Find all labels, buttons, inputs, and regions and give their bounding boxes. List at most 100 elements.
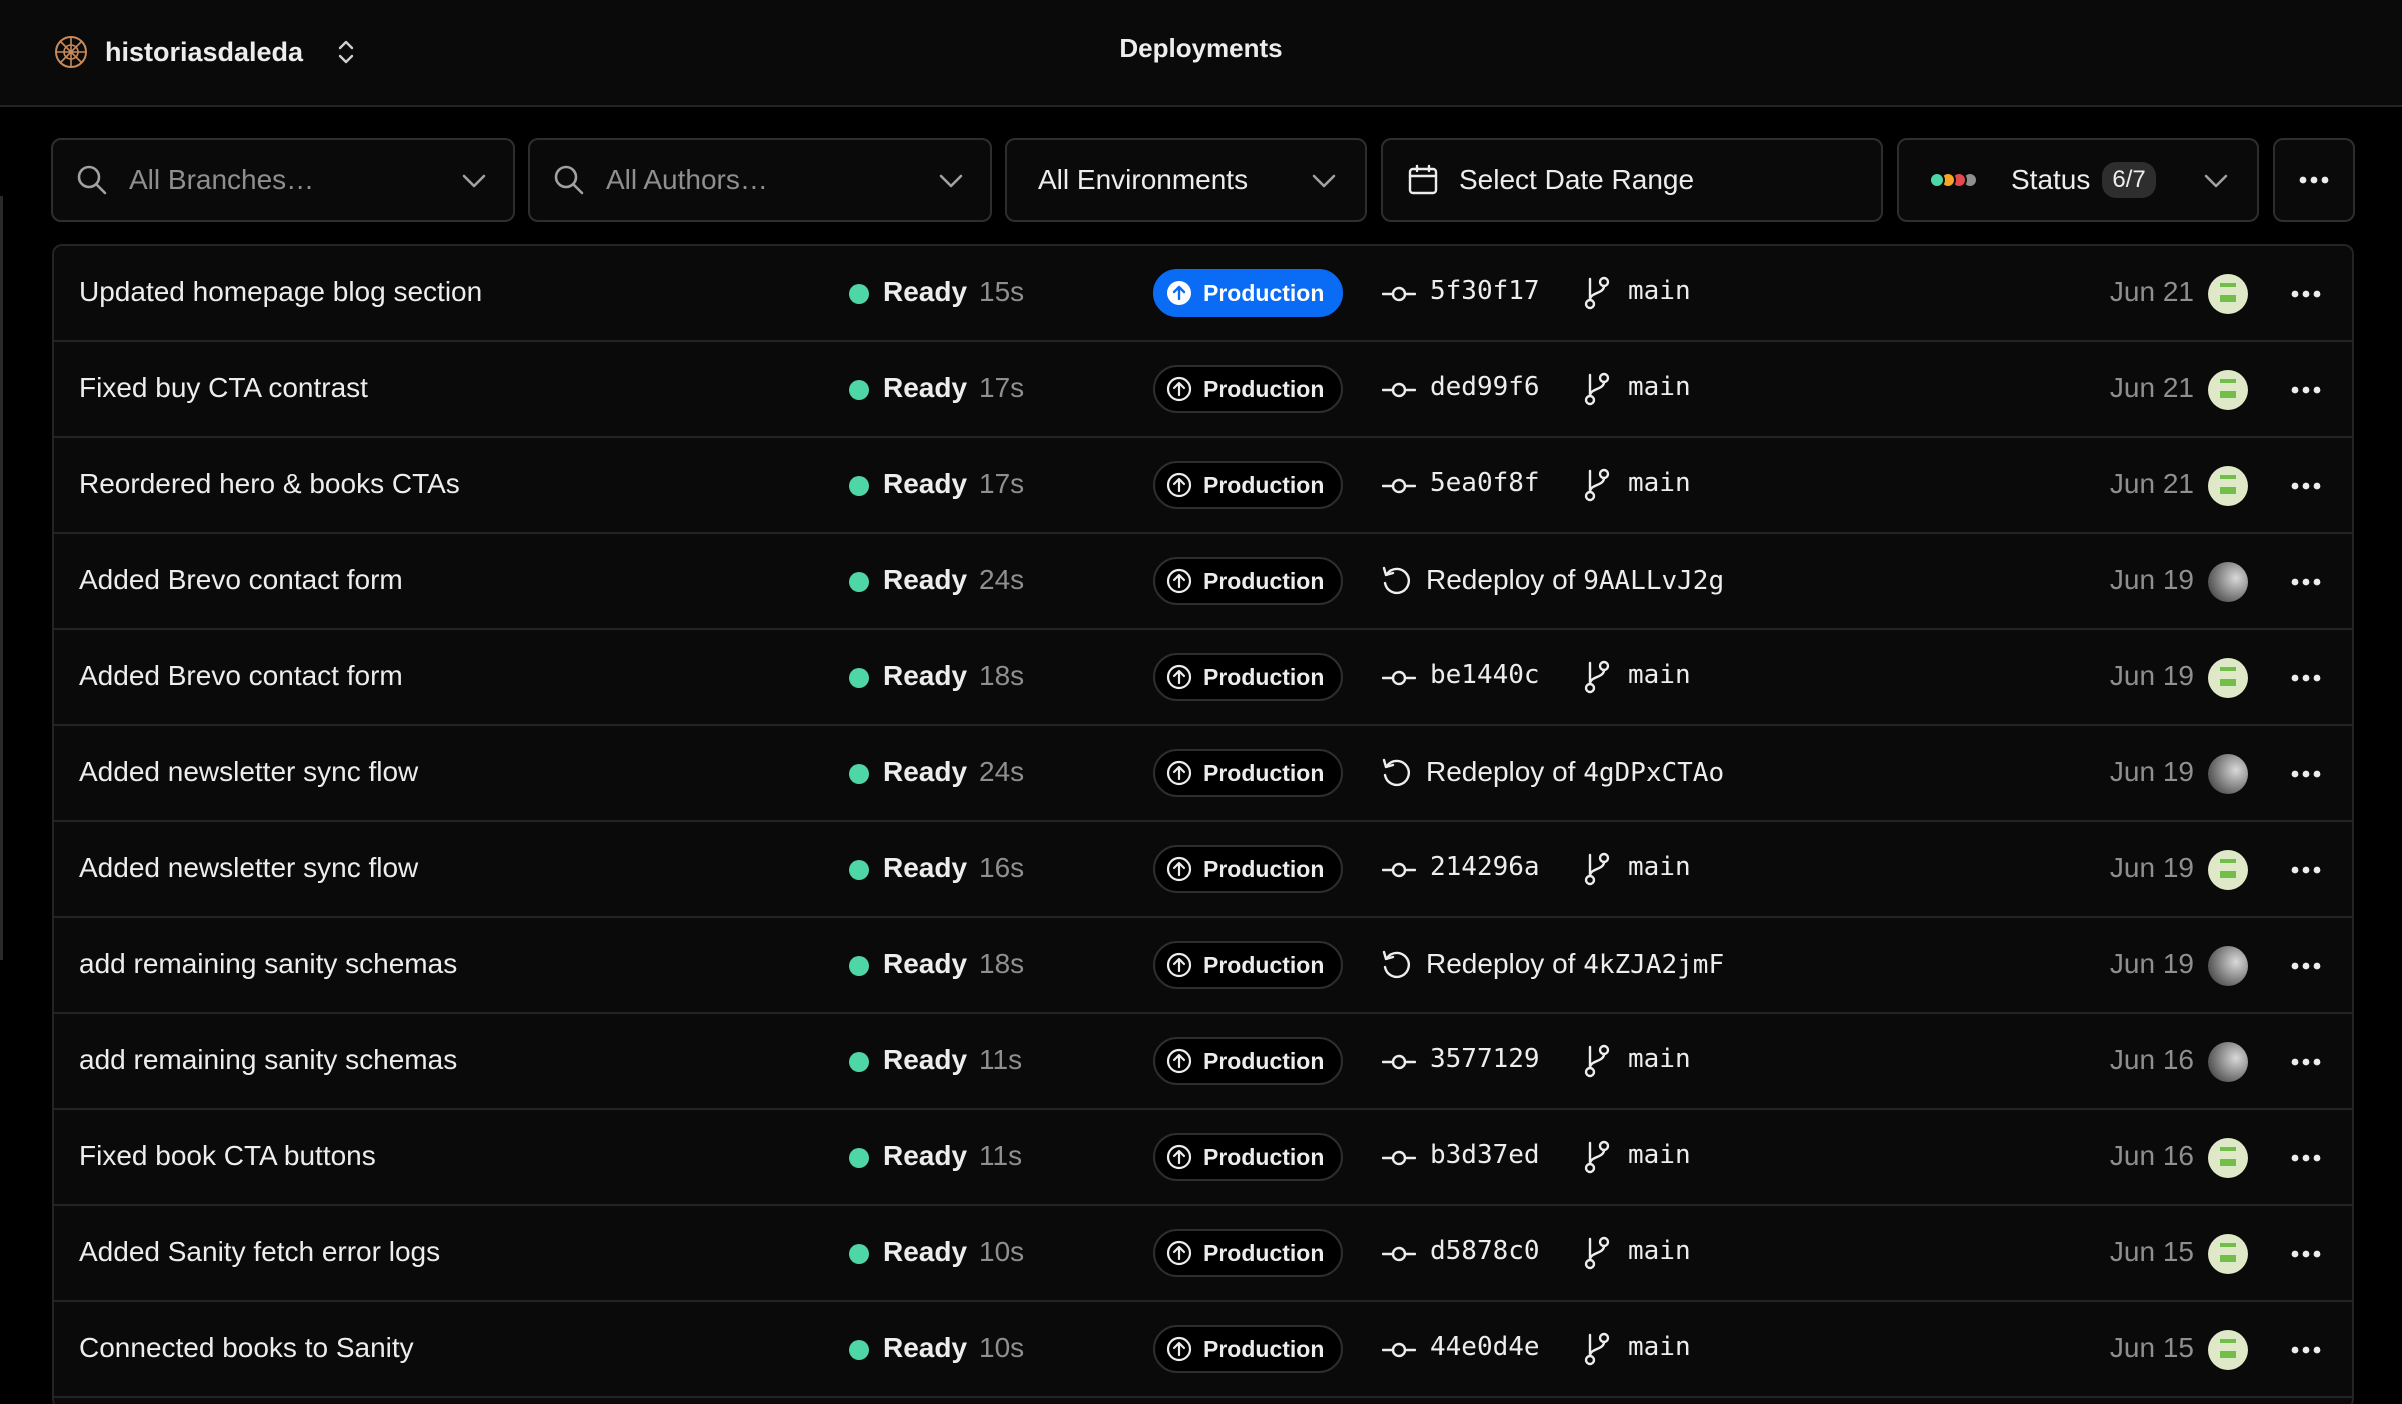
deployment-title[interactable]: Added Brevo contact form [79,660,403,692]
more-horizontal-icon[interactable] [2290,952,2322,980]
author-filter[interactable]: All Authors… [528,138,992,222]
more-horizontal-icon[interactable] [2290,472,2322,500]
environment-badge[interactable]: Production [1153,1325,1343,1373]
author-avatar[interactable] [2208,370,2248,410]
environment-badge[interactable]: Production [1153,653,1343,701]
environment-badge[interactable]: Production [1153,461,1343,509]
redeploy-label: Redeploy of [1426,948,1576,979]
status-ready-dot [849,284,869,304]
deployment-duration: 18s [979,948,1025,979]
deployment-date: Jun 19 [2109,660,2194,691]
environment-badge[interactable]: Production [1153,557,1343,605]
author-avatar[interactable] [2208,850,2248,890]
deployment-duration: 16s [979,852,1025,883]
branch-name[interactable]: main [1628,1236,1691,1266]
deployment-title[interactable]: Fixed buy CTA contrast [79,372,368,404]
more-horizontal-icon[interactable] [2290,568,2322,596]
status-filter[interactable]: Status 6/7 [1897,138,2259,222]
author-avatar[interactable] [2208,562,2248,602]
branch-name[interactable]: main [1628,852,1691,882]
branch-name[interactable]: main [1628,1332,1691,1362]
branch-name[interactable]: main [1628,276,1691,306]
status-color-dot [1929,172,1945,188]
environment-badge[interactable]: Production [1153,1037,1343,1085]
redeploy-id: 4kZJA2jmF [1583,950,1725,980]
deployment-row[interactable]: Added Brevo contact form Ready 18s Produ… [54,630,2352,726]
branch-name[interactable]: main [1628,660,1691,690]
deployment-title[interactable]: Added Brevo contact form [79,564,403,596]
branch-filter[interactable]: All Branches… [51,138,515,222]
environment-badge[interactable]: Production [1153,845,1343,893]
environment-select[interactable]: All Environments [1005,138,1367,222]
commit-sha[interactable]: 214296a [1430,852,1540,882]
deployment-row[interactable]: Fixed book CTA buttons Ready 11s Product… [54,1110,2352,1206]
deployment-row[interactable]: Added Brevo contact form Ready 24s Produ… [54,534,2352,630]
more-horizontal-icon[interactable] [2290,280,2322,308]
author-avatar[interactable] [2208,466,2248,506]
deployment-row[interactable]: add remaining sanity schemas Ready 18s P… [54,918,2352,1014]
deployment-date: Jun 15 [2109,1236,2194,1267]
deployment-row[interactable]: Added newsletter sync flow Ready 16s Pro… [54,822,2352,918]
more-options-button[interactable] [2273,138,2355,222]
more-horizontal-icon[interactable] [2290,856,2322,884]
deployment-title[interactable]: Connected books to Sanity [79,1332,414,1364]
commit-sha[interactable]: be1440c [1430,660,1540,690]
deployment-title[interactable]: add remaining sanity schemas [79,1044,457,1076]
deployment-duration: 15s [979,276,1025,307]
branch-name[interactable]: main [1628,468,1691,498]
author-avatar[interactable] [2208,1330,2248,1370]
deployment-row[interactable]: Updated homepage blog section Ready 15s … [54,246,2352,342]
deployment-row[interactable]: Added newsletter sync flow Ready 24s Pro… [54,726,2352,822]
more-horizontal-icon[interactable] [2290,760,2322,788]
commit-sha[interactable]: b3d37ed [1430,1140,1540,1170]
author-avatar[interactable] [2208,946,2248,986]
deployment-title[interactable]: Added Sanity fetch error logs [79,1236,440,1268]
commit-sha[interactable]: 44e0d4e [1430,1332,1540,1362]
environment-badge[interactable]: Production [1153,1229,1343,1277]
commit-sha[interactable]: 5ea0f8f [1430,468,1540,498]
environment-badge[interactable]: Production [1153,1133,1343,1181]
environment-badge[interactable]: Production [1153,749,1343,797]
deployment-row[interactable]: Reordered hero & books CTAs Ready 17s Pr… [54,438,2352,534]
deployment-row[interactable]: Fixed buy CTA contrast Ready 17s Product… [54,342,2352,438]
branch-name[interactable]: main [1628,372,1691,402]
date-range-picker[interactable]: Select Date Range [1381,138,1883,222]
more-horizontal-icon[interactable] [2290,376,2322,404]
commit-sha[interactable]: 5f30f17 [1430,276,1540,306]
deployment-title[interactable]: Reordered hero & books CTAs [79,468,460,500]
commit-sha[interactable]: 3577129 [1430,1044,1540,1074]
environment-badge[interactable]: Production [1153,941,1343,989]
deployment-title[interactable]: Added newsletter sync flow [79,756,418,788]
deployment-title[interactable]: Added newsletter sync flow [79,852,418,884]
redeploy-source[interactable]: Redeploy of 4kZJA2jmF [1426,948,1724,980]
deployment-row[interactable]: add remaining sanity schemas Ready 11s P… [54,1014,2352,1110]
commit-icon [1382,670,1416,686]
git-branch-icon [1584,1236,1610,1270]
redeploy-source[interactable]: Redeploy of 9AALLvJ2g [1426,564,1724,596]
commit-sha[interactable]: ded99f6 [1430,372,1540,402]
deployment-title[interactable]: Fixed book CTA buttons [79,1140,376,1172]
author-avatar[interactable] [2208,754,2248,794]
author-avatar[interactable] [2208,274,2248,314]
author-avatar[interactable] [2208,1042,2248,1082]
deployment-row[interactable]: Added Sanity fetch error logs Ready 10s … [54,1206,2352,1302]
branch-filter-placeholder: All Branches… [129,164,315,195]
branch-name[interactable]: main [1628,1044,1691,1074]
more-horizontal-icon[interactable] [2290,1240,2322,1268]
author-avatar[interactable] [2208,1234,2248,1274]
branch-name[interactable]: main [1628,1140,1691,1170]
author-avatar[interactable] [2208,658,2248,698]
deployment-row[interactable]: Connected books to Sanity Ready 10s Prod… [54,1302,2352,1398]
environment-badge[interactable]: Production [1153,365,1343,413]
environment-badge[interactable]: Production [1153,269,1343,317]
author-avatar[interactable] [2208,1138,2248,1178]
deployment-duration: 17s [979,468,1025,499]
more-horizontal-icon[interactable] [2290,664,2322,692]
deployment-title[interactable]: add remaining sanity schemas [79,948,457,980]
more-horizontal-icon[interactable] [2290,1048,2322,1076]
deployment-title[interactable]: Updated homepage blog section [79,276,482,308]
more-horizontal-icon[interactable] [2290,1336,2322,1364]
commit-sha[interactable]: d5878c0 [1430,1236,1540,1266]
more-horizontal-icon[interactable] [2290,1144,2322,1172]
redeploy-source[interactable]: Redeploy of 4gDPxCTAo [1426,756,1724,788]
